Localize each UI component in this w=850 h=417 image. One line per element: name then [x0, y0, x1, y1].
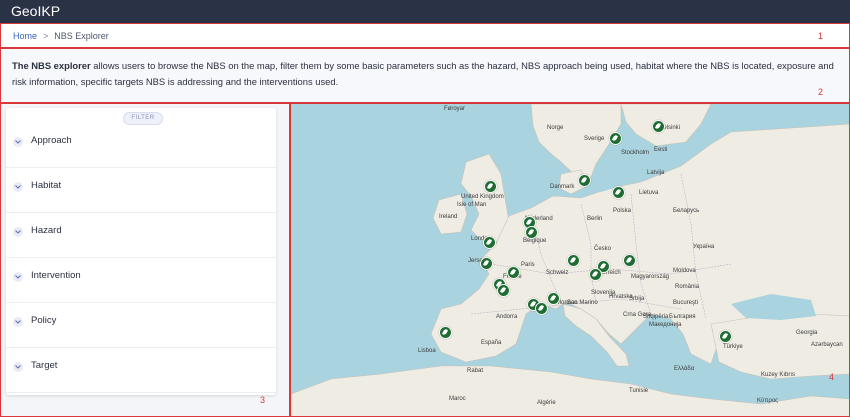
nbs-marker-leaf-icon[interactable] [623, 254, 636, 267]
region-label-1: 1 [817, 31, 823, 41]
nbs-marker-leaf-icon[interactable] [609, 132, 622, 145]
map-label: Danmark [550, 184, 575, 190]
breadcrumb-current: NBS Explorer [54, 31, 109, 41]
map-label: Algérie [537, 400, 556, 406]
map-label: Maroc [449, 396, 466, 402]
description-panel: The NBS explorer allows users to browse … [0, 48, 850, 103]
map-label: San Marino [567, 300, 598, 306]
map-label: Ireland [439, 214, 458, 220]
filter-item-label: Habitat [31, 180, 62, 191]
filter-item-label: Target [31, 360, 58, 371]
breadcrumb-separator: > [43, 31, 49, 41]
nbs-marker-leaf-icon[interactable] [578, 174, 591, 187]
app-header: GeoIKP [0, 0, 850, 23]
map-label: Paris [521, 262, 535, 268]
chevron-down-icon [13, 272, 23, 282]
map-label: Shqipëria [643, 314, 669, 320]
map-label: España [481, 340, 502, 346]
filter-item-label: Intervention [31, 270, 81, 281]
nbs-marker-leaf-icon[interactable] [652, 120, 665, 133]
map-label: Polska [613, 208, 632, 214]
map-label: Belgique [523, 238, 547, 244]
filter-item-policy[interactable]: Policy [6, 303, 276, 348]
map-label: Македонија [649, 322, 682, 328]
map-label: Stockholm [621, 150, 650, 156]
map-label: Georgia [796, 330, 818, 336]
region-label-3: 3 [260, 395, 266, 405]
nbs-marker-leaf-icon[interactable] [497, 284, 510, 297]
filter-item-label: Policy [31, 315, 57, 326]
map-label: Україна [693, 244, 715, 250]
map-label: Lisboa [418, 348, 436, 354]
filter-item-label: Hazard [31, 225, 62, 236]
map-label: Tunisie [629, 388, 649, 394]
chevron-down-icon [13, 317, 23, 327]
nbs-marker-leaf-icon[interactable] [612, 186, 625, 199]
filter-item-approach[interactable]: Approach [6, 123, 276, 168]
filter-card: FILTER Approach Habitat Hazard Intervention… [6, 108, 276, 395]
map-label: Magyarország [631, 274, 670, 280]
breadcrumb: Home > NBS Explorer 1 [0, 23, 850, 48]
map-label: Norge [547, 125, 564, 131]
map-label: Κύπρος [757, 398, 779, 404]
map-label: Lietuva [639, 190, 659, 196]
filter-item-target[interactable]: Target [6, 348, 276, 393]
region-label-2: 2 [817, 87, 823, 97]
nbs-marker-leaf-icon[interactable] [480, 257, 493, 270]
map-label: Sverige [584, 136, 605, 142]
map-label: Eesti [654, 147, 668, 153]
map-label: Moldova [673, 268, 696, 274]
nbs-marker-leaf-icon[interactable] [507, 266, 520, 279]
map-label: Isle of Man [457, 202, 487, 208]
map-label: Andorra [496, 314, 518, 320]
description-text: The NBS explorer allows users to browse … [12, 60, 834, 87]
map-label: Türkiye [723, 344, 743, 350]
map-label: Bucureşti [673, 300, 699, 306]
app-title[interactable]: GeoIKP [11, 3, 60, 19]
filter-item-hazard[interactable]: Hazard [6, 213, 276, 258]
map-label: Latvija [647, 170, 665, 176]
breadcrumb-home-link[interactable]: Home [13, 31, 37, 41]
chevron-down-icon [13, 137, 23, 147]
nbs-marker-leaf-icon[interactable] [525, 226, 538, 239]
nbs-marker-leaf-icon[interactable] [439, 326, 452, 339]
map-label: Schweiz [546, 270, 569, 276]
map-label: United Kingdom [461, 194, 504, 200]
map-label: Srbija [629, 296, 645, 302]
map-label: Berlin [587, 216, 603, 222]
filter-panel: FILTER Approach Habitat Hazard Intervention… [0, 103, 290, 417]
map-label: Česko [594, 246, 612, 252]
map-label: Azərbaycan [811, 342, 843, 348]
nbs-marker-leaf-icon[interactable] [483, 236, 496, 249]
region-label-4: 4 [829, 372, 835, 382]
chevron-down-icon [13, 182, 23, 192]
nbs-marker-leaf-icon[interactable] [719, 330, 732, 343]
filter-item-label: Approach [31, 135, 72, 146]
nbs-marker-leaf-icon[interactable] [547, 292, 560, 305]
map-label: Ελλάδα [674, 366, 695, 372]
map-label: Føroyar [444, 106, 465, 112]
nbs-marker-leaf-icon[interactable] [589, 268, 602, 281]
chevron-down-icon [13, 362, 23, 372]
filter-item-habitat[interactable]: Habitat [6, 168, 276, 213]
map-label: Беларусь [673, 208, 700, 214]
nbs-marker-leaf-icon[interactable] [567, 254, 580, 267]
nbs-marker-leaf-icon[interactable] [484, 180, 497, 193]
map-label: Kuzey Kıbrıs [761, 372, 796, 378]
map-label: България [669, 314, 696, 320]
map-label: România [675, 284, 700, 290]
nbs-marker-leaf-icon[interactable] [535, 302, 548, 315]
filter-item-intervention[interactable]: Intervention [6, 258, 276, 303]
nbs-map[interactable]: Føroyar Norge Sverige Stockholm Helsinki Eest… [290, 103, 850, 417]
map-label: Rabat [467, 368, 484, 374]
chevron-down-icon [13, 227, 23, 237]
